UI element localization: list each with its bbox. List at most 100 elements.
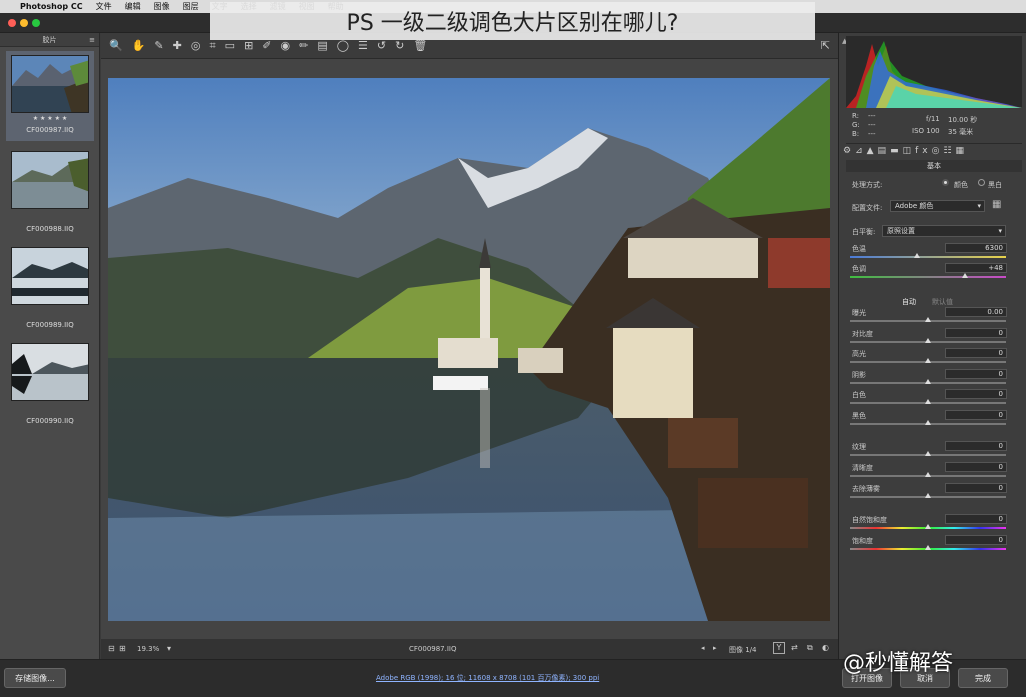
- slider-track[interactable]: [850, 338, 1006, 343]
- slider-value-input[interactable]: 6300: [945, 243, 1007, 253]
- red-eye-icon[interactable]: ◉: [281, 39, 291, 52]
- slider-value-input[interactable]: 0: [945, 410, 1007, 420]
- calibration-tab-icon[interactable]: ◎: [932, 146, 944, 156]
- hsl-tab-icon[interactable]: ▤: [878, 146, 891, 156]
- spot-removal-icon[interactable]: ✐: [262, 39, 271, 52]
- menu-image[interactable]: 图像: [154, 1, 170, 12]
- slider-track[interactable]: [850, 317, 1006, 322]
- auto-button[interactable]: 自动: [902, 297, 916, 307]
- slider-thumb[interactable]: [925, 420, 931, 425]
- slider-value-input[interactable]: 0: [945, 369, 1007, 379]
- rating-stars[interactable]: ★ ★ ★ ★ ★: [6, 115, 94, 122]
- swap-icon[interactable]: ⇄: [791, 643, 798, 652]
- slider-thumb[interactable]: [925, 379, 931, 384]
- done-button[interactable]: 完成: [958, 668, 1008, 688]
- slider-track[interactable]: [850, 358, 1006, 363]
- white-balance-icon[interactable]: ✎: [154, 39, 163, 52]
- slider-track[interactable]: [850, 451, 1006, 456]
- slider-track[interactable]: [850, 493, 1006, 498]
- slider-track[interactable]: [850, 524, 1006, 529]
- slider-value-input[interactable]: 0.00: [945, 307, 1007, 317]
- slider-value-input[interactable]: 0: [945, 328, 1007, 338]
- slider-thumb[interactable]: [925, 472, 931, 477]
- detail-tab-icon[interactable]: ▲: [867, 146, 878, 156]
- filmstrip-menu-icon[interactable]: ≡: [89, 33, 95, 47]
- slider-value-input[interactable]: 0: [945, 535, 1007, 545]
- slider-value-input[interactable]: 0: [945, 462, 1007, 472]
- slider-thumb[interactable]: [925, 358, 931, 363]
- filmstrip-item-2[interactable]: CF000988.IIQ: [6, 151, 94, 237]
- hand-icon[interactable]: ✋: [132, 39, 146, 52]
- color-sampler-icon[interactable]: ✚: [173, 39, 182, 52]
- slider-thumb[interactable]: [925, 338, 931, 343]
- workflow-options-link[interactable]: Adobe RGB (1998); 16 位; 11608 x 8708 (10…: [376, 673, 599, 683]
- default-button[interactable]: 默认值: [932, 297, 953, 307]
- slider-value-input[interactable]: 0: [945, 514, 1007, 524]
- zoom-dropdown-icon[interactable]: ▾: [167, 644, 171, 653]
- panel-tabs[interactable]: ⚙⊿▲▤▬◫fx◎☷▦: [843, 146, 968, 156]
- color-radio[interactable]: [942, 179, 949, 186]
- slider-thumb[interactable]: [925, 524, 931, 529]
- slider-thumb[interactable]: [925, 317, 931, 322]
- slider-value-input[interactable]: 0: [945, 389, 1007, 399]
- split-tone-tab-icon[interactable]: ▬: [890, 146, 903, 156]
- white-balance-select[interactable]: 原照设置 ▾: [882, 225, 1006, 237]
- snapshots-tab-icon[interactable]: ▦: [956, 146, 969, 156]
- prev-image-button[interactable]: ◂: [701, 644, 705, 652]
- close-window-button[interactable]: [8, 19, 16, 27]
- slider-track[interactable]: [850, 379, 1006, 384]
- slider-track[interactable]: [850, 472, 1006, 477]
- slider-value-input[interactable]: 0: [945, 441, 1007, 451]
- menu-file[interactable]: 文件: [96, 1, 112, 12]
- app-menu[interactable]: Photoshop CC: [20, 2, 83, 11]
- trash-icon[interactable]: 🗑: [413, 39, 427, 52]
- bw-radio[interactable]: [978, 179, 985, 186]
- next-image-button[interactable]: ▸: [713, 644, 717, 652]
- menu-layer[interactable]: 图层: [183, 1, 199, 12]
- zoom-window-button[interactable]: [32, 19, 40, 27]
- slider-value-input[interactable]: 0: [945, 483, 1007, 493]
- radial-filter-icon[interactable]: ◯: [337, 39, 349, 52]
- filmstrip-item-1[interactable]: ★ ★ ★ ★ ★ CF000987.IIQ: [6, 51, 94, 141]
- slider-track[interactable]: [850, 420, 1006, 425]
- slider-value-input[interactable]: 0: [945, 348, 1007, 358]
- fullscreen-icon[interactable]: ⇱: [821, 39, 830, 52]
- preferences-icon[interactable]: ☰: [358, 39, 368, 52]
- slider-value-input[interactable]: +48: [945, 263, 1007, 273]
- zoom-in-icon[interactable]: ⊞: [119, 644, 126, 653]
- lens-tab-icon[interactable]: ◫: [903, 146, 916, 156]
- slider-thumb[interactable]: [925, 545, 931, 550]
- rotate-right-icon[interactable]: ↻: [395, 39, 404, 52]
- rotate-left-icon[interactable]: ↺: [377, 39, 386, 52]
- profile-browser-icon[interactable]: ▦: [992, 199, 1001, 210]
- transform-icon[interactable]: ⊞: [244, 39, 253, 52]
- profile-select[interactable]: Adobe 颜色 ▾: [890, 200, 985, 212]
- slider-thumb[interactable]: [925, 493, 931, 498]
- presets-tab-icon[interactable]: ☷: [943, 146, 955, 156]
- adjustment-brush-icon[interactable]: ✏: [299, 39, 308, 52]
- slider-track[interactable]: [850, 545, 1006, 550]
- crop-icon[interactable]: ⌗: [209, 39, 215, 53]
- slider-thumb[interactable]: [925, 451, 931, 456]
- slider-track[interactable]: [850, 273, 1006, 278]
- fit-icon[interactable]: ⊟: [108, 644, 115, 653]
- zoom-level[interactable]: 19.3%: [137, 645, 159, 653]
- before-after-icon[interactable]: Y: [773, 642, 785, 654]
- menu-edit[interactable]: 编辑: [125, 1, 141, 12]
- filmstrip-item-4[interactable]: CF000990.IIQ: [6, 343, 94, 429]
- copy-settings-icon[interactable]: ⧉: [807, 643, 813, 653]
- slider-track[interactable]: [850, 399, 1006, 404]
- target-adjust-icon[interactable]: ◎: [191, 39, 201, 52]
- zoom-icon[interactable]: 🔍: [109, 39, 123, 52]
- slider-thumb[interactable]: [925, 399, 931, 404]
- minimize-window-button[interactable]: [20, 19, 28, 27]
- tone-curve-tab-icon[interactable]: ⊿: [855, 146, 867, 156]
- graduated-filter-icon[interactable]: ▤: [317, 39, 327, 52]
- filmstrip-item-3[interactable]: CF000989.IIQ: [6, 247, 94, 333]
- reset-view-icon[interactable]: ◐: [822, 643, 829, 652]
- basic-tab-icon[interactable]: ⚙: [843, 146, 855, 156]
- effects-tab-icon[interactable]: fx: [915, 146, 932, 156]
- slider-thumb[interactable]: [962, 273, 969, 278]
- save-image-button[interactable]: 存储图像...: [4, 668, 66, 688]
- slider-thumb[interactable]: [914, 253, 921, 258]
